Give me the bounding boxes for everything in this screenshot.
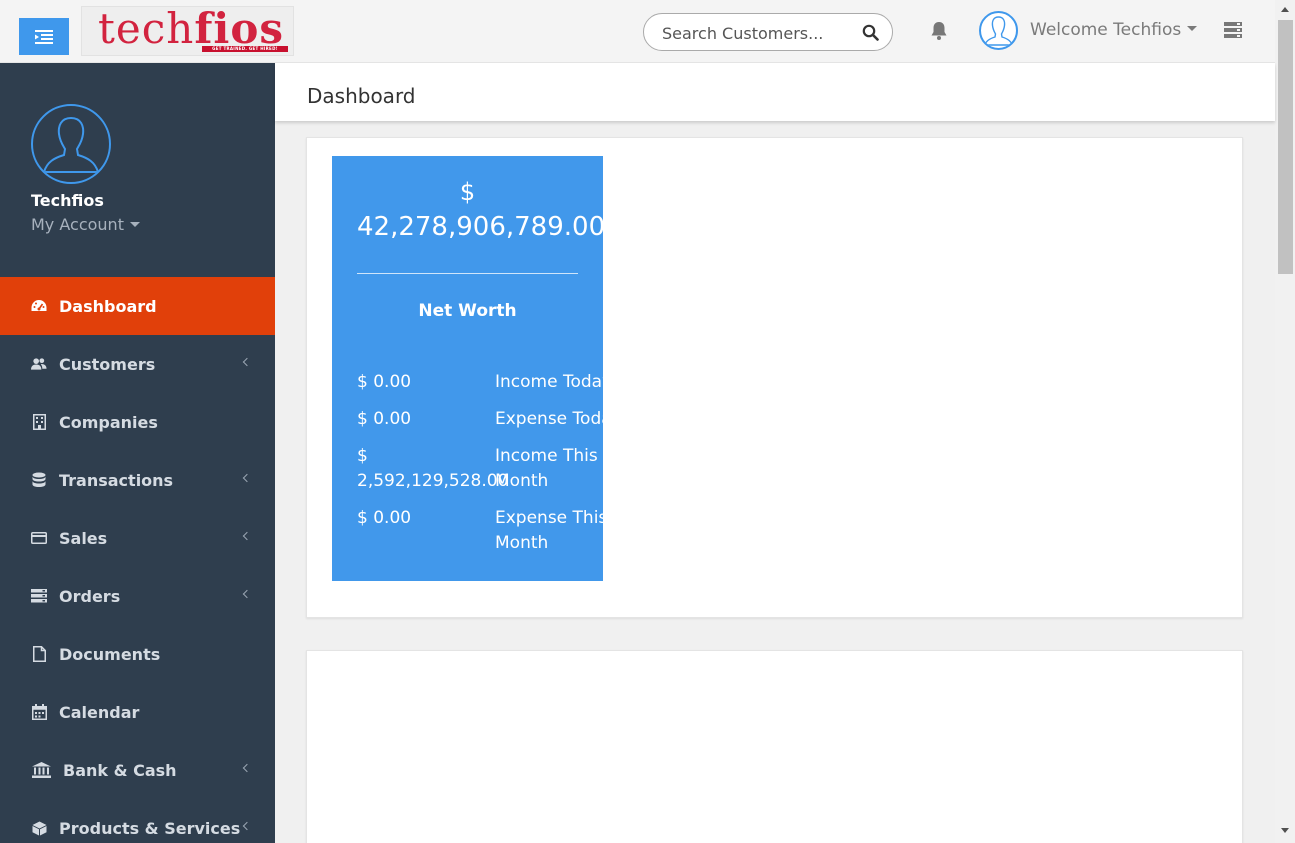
database-icon: [31, 472, 47, 488]
sidebar-item-label: Calendar: [59, 702, 140, 722]
sidebar-item-label: Bank & Cash: [63, 760, 177, 780]
page-title: Dashboard: [307, 84, 416, 108]
bell-icon[interactable]: [930, 21, 948, 41]
net-worth-amount: 42,278,906,789.00: [357, 212, 603, 242]
scroll-up-arrow-icon[interactable]: [1281, 7, 1289, 12]
stat-label: Income Today: [495, 372, 603, 392]
sidebar-item-calendar[interactable]: Calendar: [0, 683, 275, 741]
calendar-icon: [31, 704, 47, 720]
sidebar-item-label: Companies: [59, 412, 158, 432]
sidebar-item-customers[interactable]: Customers: [0, 335, 275, 393]
sidebar-item-dashboard[interactable]: Dashboard: [0, 277, 275, 335]
building-icon: [31, 414, 47, 430]
sidebar-item-label: Transactions: [59, 470, 174, 490]
credit-card-icon: [31, 530, 47, 546]
bank-icon: [31, 762, 51, 778]
chevron-left-icon: [242, 473, 252, 483]
dashboard-panel-secondary: [306, 650, 1243, 843]
welcome-menu[interactable]: Welcome Techfios: [1030, 20, 1198, 40]
sidebar-item-products-services[interactable]: Products & Services: [0, 799, 275, 843]
scrollbar-thumb[interactable]: [1278, 20, 1293, 274]
sidebar-item-documents[interactable]: Documents: [0, 625, 275, 683]
users-icon: [31, 356, 47, 372]
techfios-logo[interactable]: techfios GET TRAINED. GET HIRED!: [81, 4, 294, 56]
chevron-left-icon: [242, 763, 252, 773]
caret-down-icon: [1187, 26, 1198, 31]
sidebar-item-label: Customers: [59, 354, 156, 374]
sidebar-nav: Dashboard Customers Companies Transactio…: [0, 277, 275, 843]
sidebar-item-sales[interactable]: Sales: [0, 509, 275, 567]
net-worth-label: Net Worth: [418, 301, 517, 321]
logo-tagline: GET TRAINED. GET HIRED!: [202, 46, 288, 52]
sidebar-item-label: Sales: [59, 528, 108, 548]
dashboard-panel: $ 42,278,906,789.00 Net Worth $ 0.00 Inc…: [306, 137, 1243, 618]
sidebar-item-label: Documents: [59, 644, 161, 664]
cube-icon: [31, 820, 47, 836]
server-icon[interactable]: [1224, 22, 1242, 38]
stat-label: Income This Month: [495, 446, 598, 491]
stat-value: $ 0.00: [357, 372, 412, 392]
search-icon[interactable]: [862, 24, 879, 41]
my-account-label: My Account: [31, 215, 124, 234]
server-icon: [31, 588, 47, 604]
page-scrollbar[interactable]: [1275, 0, 1295, 843]
user-avatar-icon[interactable]: [979, 11, 1018, 50]
search-box: [643, 13, 893, 51]
search-input[interactable]: [662, 22, 852, 44]
sidebar-item-label: Products & Services: [59, 818, 241, 838]
welcome-text: Welcome Techfios: [1030, 20, 1182, 40]
sidebar: Techfios My Account Dashboard Customers …: [0, 63, 275, 843]
top-header: techfios GET TRAINED. GET HIRED! Welcome…: [0, 0, 1275, 63]
stat-value: $ 2,592,129,528.00: [357, 446, 509, 491]
page-header: Dashboard: [275, 63, 1275, 121]
profile-avatar[interactable]: [31, 104, 111, 184]
profile-name: Techfios: [31, 191, 104, 210]
sidebar-item-label: Orders: [59, 586, 121, 606]
scroll-down-arrow-icon[interactable]: [1281, 828, 1289, 833]
card-divider: [357, 273, 578, 274]
caret-down-icon: [129, 222, 140, 227]
sidebar-item-label: Dashboard: [59, 296, 157, 316]
stat-label: Expense Today: [495, 409, 603, 429]
sidebar-toggle-button[interactable]: [19, 18, 69, 55]
chevron-left-icon: [242, 589, 252, 599]
sidebar-item-companies[interactable]: Companies: [0, 393, 275, 451]
sidebar-toggle-icon: [35, 29, 53, 44]
stat-value: $ 0.00: [357, 409, 412, 429]
net-worth-currency: $: [459, 178, 476, 206]
net-worth-card: $ 42,278,906,789.00 Net Worth $ 0.00 Inc…: [332, 156, 603, 581]
chevron-left-icon: [242, 357, 252, 367]
file-icon: [31, 646, 47, 662]
stat-value: $ 0.00: [357, 508, 412, 528]
stat-label: Expense This Month: [495, 508, 603, 553]
sidebar-item-transactions[interactable]: Transactions: [0, 451, 275, 509]
my-account-dropdown[interactable]: My Account: [31, 215, 140, 234]
chevron-left-icon: [242, 821, 252, 831]
dashboard-icon: [31, 298, 47, 314]
chevron-left-icon: [242, 531, 252, 541]
sidebar-item-bank-cash[interactable]: Bank & Cash: [0, 741, 275, 799]
sidebar-item-orders[interactable]: Orders: [0, 567, 275, 625]
